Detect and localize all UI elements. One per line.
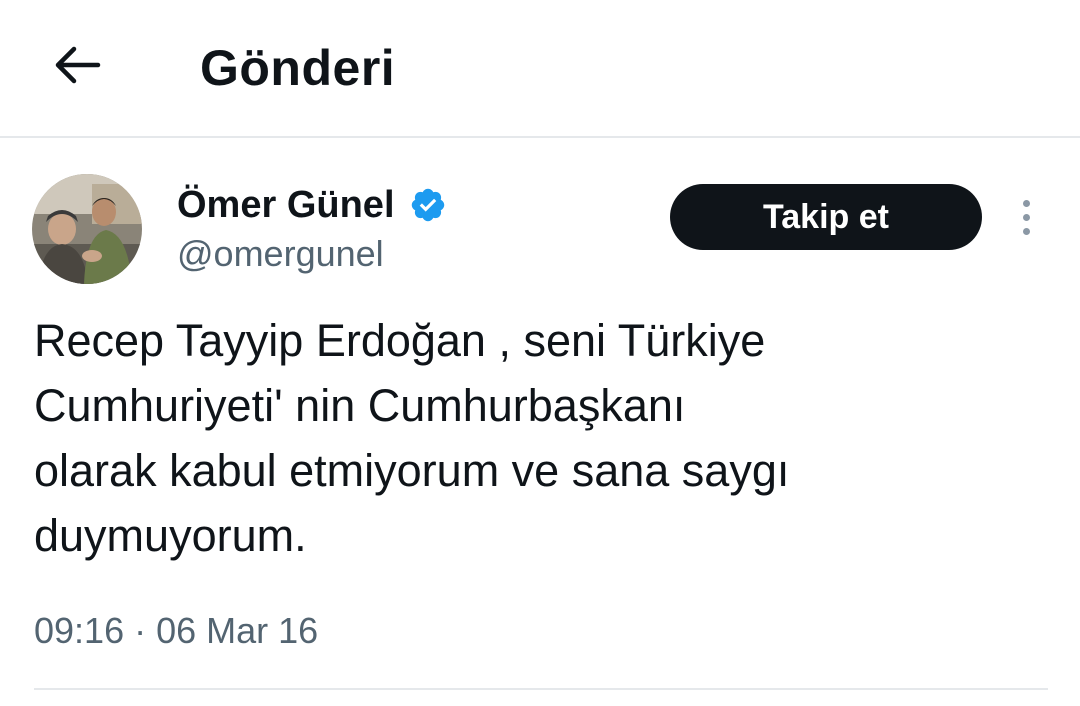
author-name-row: Ömer Günel [177, 180, 447, 230]
more-vertical-icon-dot [1022, 199, 1030, 207]
more-options-button[interactable] [1006, 192, 1046, 242]
more-vertical-icon-dot [1022, 213, 1030, 221]
verified-badge-icon [411, 188, 444, 222]
tweet-timestamp[interactable]: 09:16 · 06 Mar 16 [34, 604, 318, 658]
page-title: Gönderi [200, 40, 396, 96]
top-bar: Gönderi [0, 0, 1080, 138]
display-name[interactable]: Ömer Günel [177, 182, 395, 228]
arrow-left-icon [55, 46, 101, 84]
back-button[interactable] [40, 28, 114, 102]
more-vertical-icon-dot [1022, 227, 1030, 235]
avatar[interactable] [32, 174, 142, 284]
author-handle[interactable]: @omergunel [177, 232, 384, 276]
avatar-photo [32, 174, 142, 284]
follow-button[interactable]: Takip et [670, 184, 982, 250]
divider [34, 688, 1048, 690]
tweet-text: Recep Tayyip Erdoğan , seni Türkiye Cumh… [34, 315, 790, 561]
